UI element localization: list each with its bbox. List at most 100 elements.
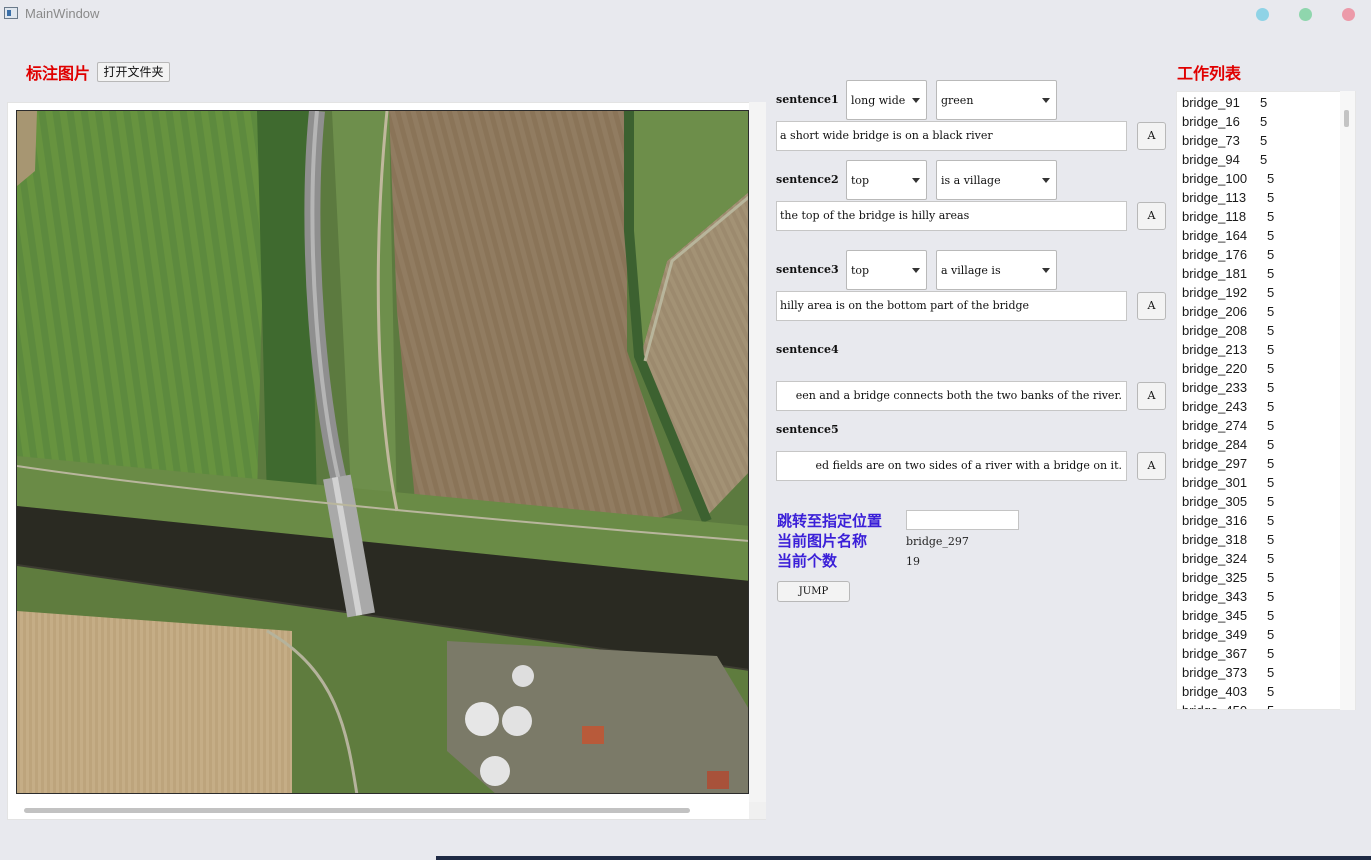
list-item-count: 5 [1267,209,1275,224]
minimize-dot-icon[interactable] [1256,8,1269,21]
sentence2-combo1[interactable]: top [846,160,927,200]
list-item-count: 5 [1267,627,1275,642]
open-folder-button[interactable]: 打开文件夹 [97,62,170,82]
list-item-count: 5 [1267,247,1275,262]
window-app-icon [4,7,18,19]
list-item-count: 5 [1267,380,1275,395]
sentence1-a-button[interactable]: A [1137,122,1166,150]
list-item-name: bridge_325 [1182,570,1248,585]
current-count-label: 当前个数 [777,552,838,570]
jump-to-label: 跳转至指定位置 [777,512,883,530]
sentence5-input[interactable]: ed fields are on two sides of a river wi… [776,451,1127,481]
image-horizontal-scrollbar[interactable] [24,808,690,813]
list-item-count: 5 [1267,399,1275,414]
list-item-name: bridge_208 [1182,323,1248,338]
list-item-name: bridge_324 [1182,551,1248,566]
list-item-name: bridge_220 [1182,361,1248,376]
list-item-name: bridge_403 [1182,684,1248,699]
close-dot-icon[interactable] [1342,8,1355,21]
list-item-name: bridge_367 [1182,646,1248,661]
list-item-name: bridge_316 [1182,513,1248,528]
chevron-down-icon [1042,178,1050,183]
list-item-count: 5 [1267,228,1275,243]
sentence1-combo2-value: green [941,94,974,107]
list-item-count: 5 [1267,475,1275,490]
sentence4-input[interactable]: een and a bridge connects both the two b… [776,381,1127,411]
list-item-count: 5 [1267,190,1275,205]
sentence3-combo1[interactable]: top [846,250,927,290]
list-item-name: bridge_181 [1182,266,1248,281]
list-item-count: 5 [1260,152,1268,167]
list-item-name: bridge_318 [1182,532,1248,547]
sentence3-label: sentence3 [776,263,839,276]
list-item-name: bridge_206 [1182,304,1248,319]
current-count-value: 19 [906,555,920,568]
list-item-name: bridge_274 [1182,418,1248,433]
sentence3-input-value: hilly area is on the bottom part of the … [780,299,1030,312]
list-item-name: bridge_176 [1182,247,1248,262]
sentence1-combo2[interactable]: green [936,80,1057,120]
sentence3-input[interactable]: hilly area is on the bottom part of the … [776,291,1127,321]
list-item-count: 5 [1267,342,1275,357]
scroll-corner [749,802,766,819]
work-list-scrollbar[interactable] [1340,91,1355,710]
list-item-name: bridge_73 [1182,133,1240,148]
list-item-name: bridge_284 [1182,437,1248,452]
list-item-count: 5 [1267,456,1275,471]
list-item-count: 5 [1267,589,1275,604]
list-item-count: 5 [1267,304,1275,319]
list-item-name: bridge_164 [1182,228,1248,243]
chevron-down-icon [912,98,920,103]
sentence5-a-button[interactable]: A [1137,452,1166,480]
list-item-count: 5 [1267,513,1275,528]
list-item-count: 5 [1260,114,1268,129]
work-list-scroll-thumb[interactable] [1344,110,1349,127]
taskbar-edge [436,856,1371,860]
sentence2-combo1-value: top [851,174,870,187]
sentence2-combo2-value: is a village [941,174,1001,187]
list-item-count: 5 [1267,608,1275,623]
list-item-count: 5 [1267,570,1275,585]
sentence2-a-button[interactable]: A [1137,202,1166,230]
sentence2-input-value: the top of the bridge is hilly areas [780,209,970,222]
jump-button[interactable]: JUMP [777,581,850,602]
current-image-name: bridge_297 [906,535,969,548]
sentence2-label: sentence2 [776,173,839,186]
chevron-down-icon [1042,268,1050,273]
annotate-image-title: 标注图片 [26,64,91,83]
list-item-name: bridge_349 [1182,627,1248,642]
image-vertical-scrollbar[interactable] [749,102,766,802]
sentence4-a-button[interactable]: A [1137,382,1166,410]
list-item-name: bridge_305 [1182,494,1248,509]
list-item-name: bridge_94 [1182,152,1240,167]
maximize-dot-icon[interactable] [1299,8,1312,21]
list-item-name: bridge_233 [1182,380,1248,395]
chevron-down-icon [1042,98,1050,103]
work-list[interactable]: bridge_91 5 bridge_16 5 bridge_73 5 bridge_94 5… [1176,91,1356,710]
sentence1-input[interactable]: a short wide bridge is on a black river [776,121,1127,151]
list-item-count: 5 [1267,646,1275,661]
list-item-count: 5 [1267,171,1275,186]
list-item-count: 5 [1267,437,1275,452]
list-item-count: 5 [1267,361,1275,376]
list-item-name: bridge_118 [1182,209,1247,224]
sentence5-label: sentence5 [776,423,839,436]
title-bar [0,0,1371,30]
list-item-name: bridge_16 [1182,114,1240,129]
list-item-count: 5 [1260,95,1268,110]
sentence2-input[interactable]: the top of the bridge is hilly areas [776,201,1127,231]
sentence4-label: sentence4 [776,343,839,356]
sentence3-combo2[interactable]: a village is [936,250,1057,290]
sentence2-combo2[interactable]: is a village [936,160,1057,200]
list-item-count: 5 [1267,701,1274,709]
sentence3-combo1-value: top [851,264,870,277]
sentence1-combo1[interactable]: long wide [846,80,927,120]
work-list-title: 工作列表 [1177,64,1242,83]
list-item-name: bridge_91 [1182,95,1240,110]
sentence3-a-button[interactable]: A [1137,292,1166,320]
sentence1-label: sentence1 [776,93,839,106]
jump-position-input[interactable] [906,510,1019,530]
list-item-name: bridge_297 [1182,456,1248,471]
list-item-count: 5 [1267,266,1275,281]
window-title: MainWindow [25,6,100,21]
